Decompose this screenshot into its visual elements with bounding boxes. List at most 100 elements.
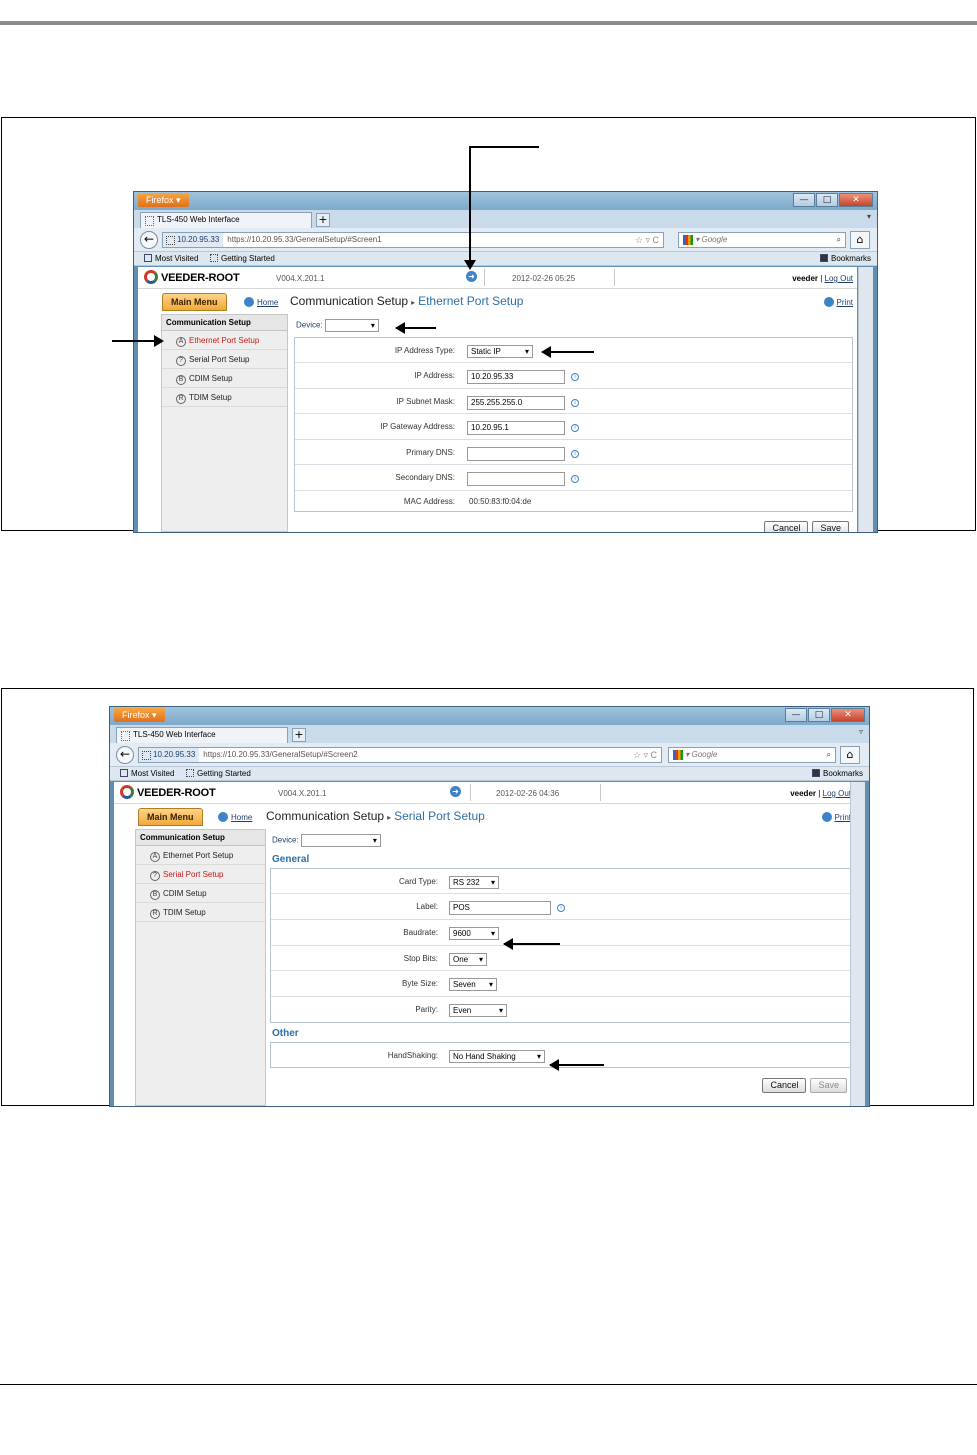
url-bar[interactable]: 10.20.95.33 https://10.20.95.33/GeneralSe… xyxy=(138,747,662,763)
bookmarks-menu[interactable]: Bookmarks xyxy=(811,767,863,780)
bookmarks-toolbar: Most Visited Getting Started Bookmarks xyxy=(110,767,869,781)
main-menu-button[interactable]: Main Menu xyxy=(138,808,203,826)
save-button[interactable]: Save xyxy=(810,1078,847,1093)
subnet-mask-field[interactable]: 255.255.255.0 xyxy=(467,395,565,410)
cancel-button[interactable]: Cancel xyxy=(764,521,809,532)
navigation-toolbar: ← 10.20.95.33 https://10.20.95.33/General… xyxy=(134,228,877,252)
info-icon[interactable]: i xyxy=(557,903,565,912)
browser-tab[interactable]: TLS-450 Web Interface xyxy=(140,212,312,228)
bookmark-star-icon[interactable]: ☆ ▿ C xyxy=(635,233,659,247)
new-tab-button[interactable]: + xyxy=(292,728,306,742)
home-icon[interactable]: ⌂ xyxy=(840,746,860,764)
minimize-button[interactable]: — xyxy=(793,193,815,207)
form-row: Primary DNS: i xyxy=(295,440,852,465)
parity-select[interactable]: Even xyxy=(449,1004,507,1018)
tab-list-icon[interactable]: ▿ xyxy=(859,727,863,736)
page-subtitle[interactable]: Ethernet Port Setup xyxy=(418,294,523,308)
url-site-identity[interactable]: 10.20.95.33 xyxy=(163,233,224,247)
form-row: Byte Size: Seven xyxy=(271,971,850,997)
search-icon[interactable]: ⌕ xyxy=(827,748,831,762)
card-type-select[interactable]: RS 232 xyxy=(449,876,499,890)
getting-started-link[interactable]: Getting Started xyxy=(210,252,275,265)
most-visited-link[interactable]: Most Visited xyxy=(120,767,174,780)
bookmark-star-icon[interactable]: ☆ ▿ C xyxy=(633,748,657,762)
sidebar-item-tdim[interactable]: R TDIM Setup xyxy=(162,388,287,407)
bookmarks-menu[interactable]: Bookmarks xyxy=(819,252,871,265)
browser-tab[interactable]: TLS-450 Web Interface xyxy=(116,727,288,743)
maximize-button[interactable]: □ xyxy=(808,708,830,722)
search-icon[interactable]: ⌕ xyxy=(837,233,841,247)
home-link[interactable]: Home xyxy=(218,812,252,822)
tdim-icon: R xyxy=(150,909,160,919)
stop-bits-select[interactable]: One xyxy=(449,953,487,967)
sidebar-item-ethernet[interactable]: A Ethernet Port Setup xyxy=(136,846,265,865)
search-box[interactable]: ▾ Google ⌕ xyxy=(668,747,836,763)
cancel-button[interactable]: Cancel xyxy=(762,1078,807,1093)
getting-started-link[interactable]: Getting Started xyxy=(186,767,251,780)
firefox-menu-button[interactable]: Firefox ▾ xyxy=(138,193,189,207)
mac-address-value: 00:50:83:f0:04:de xyxy=(469,497,532,506)
google-icon xyxy=(673,750,683,760)
scrollbar[interactable] xyxy=(850,782,865,1106)
settings-panel: Device: IP Address Type: Static IP IP Ad… xyxy=(290,314,853,532)
home-icon[interactable]: ⌂ xyxy=(850,231,870,249)
new-tab-button[interactable]: + xyxy=(316,213,330,227)
sidebar-item-cdim[interactable]: B CDIM Setup xyxy=(162,369,287,388)
label-field[interactable]: POS xyxy=(449,900,551,915)
minimize-button[interactable]: — xyxy=(785,708,807,722)
device-select[interactable] xyxy=(324,319,379,332)
info-icon[interactable]: i xyxy=(571,423,579,432)
device-row: Device: xyxy=(272,834,381,847)
home-icon xyxy=(218,812,228,822)
sidebar: Communication Setup A Ethernet Port Setup… xyxy=(135,829,266,1106)
print-link[interactable]: Print xyxy=(821,812,851,822)
print-link[interactable]: Print xyxy=(823,297,853,307)
firefox-menu-button[interactable]: Firefox ▾ xyxy=(114,708,165,722)
sidebar-item-tdim[interactable]: R TDIM Setup xyxy=(136,903,265,922)
back-icon[interactable]: ← xyxy=(116,746,134,764)
logo-mark-icon xyxy=(144,270,158,284)
logout-link[interactable]: Log Out xyxy=(823,789,851,798)
tab-list-icon[interactable]: ▾ xyxy=(867,212,871,221)
form-buttons: Cancel Save xyxy=(760,518,849,532)
refresh-icon[interactable]: ➜ xyxy=(450,786,461,797)
main-menu-button[interactable]: Main Menu xyxy=(162,293,227,311)
info-icon[interactable]: i xyxy=(571,474,579,483)
primary-dns-field[interactable] xyxy=(467,446,565,461)
web-content: VEEDER-ROOT V004.X.201.1 ➜ 2012-02-26 05… xyxy=(138,267,857,532)
ip-address-field[interactable]: 10.20.95.33 xyxy=(467,369,565,384)
page-title: Communication Setup ▸ Ethernet Port Setup xyxy=(290,294,524,308)
page-subtitle[interactable]: Serial Port Setup xyxy=(394,809,485,823)
page-icon xyxy=(210,254,218,262)
sidebar-item-ethernet[interactable]: A Ethernet Port Setup xyxy=(162,331,287,350)
close-button[interactable]: ✕ xyxy=(839,193,873,207)
maximize-button[interactable]: □ xyxy=(816,193,838,207)
close-button[interactable]: ✕ xyxy=(831,708,865,722)
home-link[interactable]: Home xyxy=(244,297,278,307)
byte-size-select[interactable]: Seven xyxy=(449,978,497,992)
device-select[interactable] xyxy=(300,834,381,847)
secondary-dns-field[interactable] xyxy=(467,471,565,486)
print-icon xyxy=(821,812,832,822)
most-visited-link[interactable]: Most Visited xyxy=(144,252,198,265)
url-site-identity[interactable]: 10.20.95.33 xyxy=(139,748,200,762)
info-icon[interactable]: i xyxy=(571,398,579,407)
logout-link[interactable]: Log Out xyxy=(825,274,853,283)
info-icon[interactable]: i xyxy=(571,449,579,458)
ip-address-type-select[interactable]: Static IP xyxy=(467,345,533,359)
refresh-icon[interactable]: ➜ xyxy=(466,271,477,282)
url-bar[interactable]: 10.20.95.33 https://10.20.95.33/GeneralSe… xyxy=(162,232,664,248)
scrollbar[interactable] xyxy=(858,267,873,532)
handshaking-select[interactable]: No Hand Shaking xyxy=(449,1050,545,1064)
back-icon[interactable]: ← xyxy=(140,231,158,249)
info-icon[interactable]: i xyxy=(571,372,579,381)
sidebar-item-serial[interactable]: ? Serial Port Setup xyxy=(136,865,265,884)
url-text: https://10.20.95.33/GeneralSetup/#Screen… xyxy=(203,750,358,759)
sidebar-item-cdim[interactable]: B CDIM Setup xyxy=(136,884,265,903)
gateway-address-field[interactable]: 10.20.95.1 xyxy=(467,420,565,435)
baudrate-select[interactable]: 9600 xyxy=(449,927,499,941)
field-label: Baudrate: xyxy=(403,928,438,937)
search-box[interactable]: ▾ Google ⌕ xyxy=(678,232,846,248)
save-button[interactable]: Save xyxy=(812,521,849,532)
sidebar-item-serial[interactable]: ? Serial Port Setup xyxy=(162,350,287,369)
